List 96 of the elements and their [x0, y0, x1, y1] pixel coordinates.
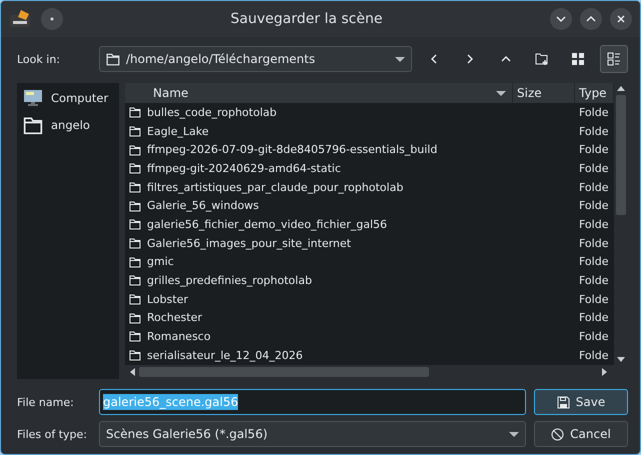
folder-icon — [129, 200, 141, 212]
file-name: filtres_artistiques_par_claude_pour_rophotolab — [147, 180, 404, 194]
folder-icon — [129, 106, 141, 118]
file-name-cell[interactable]: Rochester — [125, 308, 513, 328]
caret-icon — [509, 432, 519, 436]
file-type-text: Scènes Galerie56 (*.gal56) — [106, 427, 268, 441]
scrollbar-thumb[interactable] — [139, 367, 429, 377]
file-name: Galerie56_images_pour_site_internet — [147, 236, 351, 250]
file-name: Romanesco — [147, 330, 211, 343]
file-name: ffmpeg-git-20240629-amd64-static — [147, 162, 341, 175]
sidebar-item[interactable]: angelo — [21, 113, 115, 137]
column-header[interactable]: Size — [513, 83, 575, 103]
app-logo-icon — [9, 9, 33, 29]
file-name-cell[interactable]: Galerie_56_windows — [125, 196, 513, 216]
type-cell-text: Folde — [578, 142, 610, 158]
file-name: galerie56_fichier_demo_video_fichier_gal56 — [147, 218, 387, 231]
file-name: Rochester — [147, 311, 202, 324]
computer-icon — [23, 89, 43, 107]
scroll-up-icon — [617, 85, 625, 91]
type-cell-text: Folde — [578, 160, 610, 177]
folder-icon — [129, 237, 141, 250]
scrollbar-thumb[interactable] — [616, 95, 626, 215]
type-cell-text: Folde — [578, 216, 610, 233]
file-name-label: File name: — [17, 396, 75, 408]
look-in-combo[interactable]: /home/angelo/Téléchargements — [99, 46, 412, 72]
file-name: serialisateur_le_12_04_2026 — [147, 348, 303, 362]
type-cell-text: Folde — [578, 292, 610, 308]
cancel-icon — [551, 428, 564, 440]
folder-icon — [129, 293, 141, 306]
file-name: Lobster — [147, 292, 188, 306]
type-cell-text: Folde — [578, 310, 610, 326]
scroll-right-icon — [602, 368, 608, 376]
detail-view-button[interactable] — [600, 45, 628, 73]
folder-icon — [129, 144, 141, 156]
minimize-button[interactable] — [550, 8, 572, 30]
folder-icon — [106, 52, 120, 66]
save-button[interactable]: Save — [534, 389, 628, 415]
close-button[interactable] — [610, 8, 632, 30]
scroll-down-icon — [617, 357, 625, 363]
type-cell-text: Folde — [578, 272, 610, 289]
column-header[interactable]: Name — [125, 83, 513, 103]
file-name-cell[interactable]: ffmpeg-git-20240629-amd64-static — [125, 159, 513, 178]
file-name-cell[interactable]: serialisateur_le_12_04_2026 — [125, 346, 513, 364]
column-title: Name — [153, 86, 188, 100]
file-name: bulles_code_rophotolab — [147, 106, 277, 119]
maximize-button[interactable] — [580, 8, 602, 30]
type-cell-text: Folde — [578, 328, 610, 345]
folder-icon — [129, 312, 141, 324]
type-cell-text: Folde — [578, 348, 610, 364]
type-cell-text: Folde — [578, 124, 610, 140]
look-in-label: Look in: — [17, 52, 61, 66]
window-title: Sauvegarder la scène — [230, 11, 384, 27]
file-name-cell[interactable]: Eagle_Lake — [125, 122, 513, 140]
folder-icon — [129, 218, 141, 230]
folder-icon — [129, 330, 141, 342]
file-name-cell[interactable]: Galerie56_images_pour_site_internet — [125, 234, 513, 252]
file-name: gmic — [147, 255, 174, 268]
file-type-label: Files of type: — [17, 428, 88, 440]
file-name-cell[interactable]: gmic — [125, 252, 513, 272]
new-folder-icon — [535, 52, 549, 66]
folder-icon — [129, 256, 141, 268]
file-type-combo[interactable]: Scènes Galerie56 (*.gal56) — [99, 421, 526, 447]
folder-icon — [129, 125, 141, 138]
file-name-cell[interactable]: grilles_predefinies_rophotolab — [125, 271, 513, 290]
dot-icon — [50, 17, 54, 21]
type-cell-text: Folde — [578, 236, 610, 252]
path-text: /home/angelo/Téléchargements — [126, 52, 316, 66]
file-name: Eagle_Lake — [147, 124, 209, 138]
file-name: grilles_predefinies_rophotolab — [147, 274, 312, 287]
folder-icon — [129, 274, 141, 286]
scroll-left-icon — [129, 368, 135, 376]
sort-icon — [496, 90, 506, 96]
file-name-cell[interactable]: filtres_artistiques_par_claude_pour_rophotolab — [125, 178, 513, 196]
folder-icon — [129, 162, 141, 174]
file-name-cell[interactable]: Lobster — [125, 290, 513, 308]
column-header[interactable]: Type — [575, 83, 614, 103]
type-cell-text: Folde — [578, 198, 610, 214]
grid-icon — [571, 52, 585, 66]
file-name: ffmpeg-2026-07-09-git-8de8405796-essentials_build — [147, 143, 438, 156]
file-name-cell[interactable]: ffmpeg-2026-07-09-git-8de8405796-essentials_build — [125, 140, 513, 160]
file-name-cell[interactable]: galerie56_fichier_demo_video_fichier_gal56 — [125, 215, 513, 234]
floppy-icon — [556, 396, 570, 408]
type-cell-text: Folde — [578, 180, 610, 196]
caret-icon — [395, 56, 405, 62]
sidebar-item[interactable]: Computer — [21, 87, 115, 109]
cancel-button[interactable]: Cancel — [534, 421, 628, 447]
folder-icon — [129, 181, 141, 194]
type-cell-text: Folde — [578, 104, 610, 121]
file-name: Galerie_56_windows — [147, 199, 259, 212]
detail-list-icon — [607, 52, 621, 66]
close-icon — [615, 13, 627, 25]
file-name-cell[interactable]: bulles_code_rophotolab — [125, 103, 513, 122]
folder-icon — [23, 115, 43, 135]
file-name-cell[interactable]: Romanesco — [125, 327, 513, 346]
folder-icon — [129, 349, 141, 362]
type-cell-text: Folde — [578, 254, 610, 270]
